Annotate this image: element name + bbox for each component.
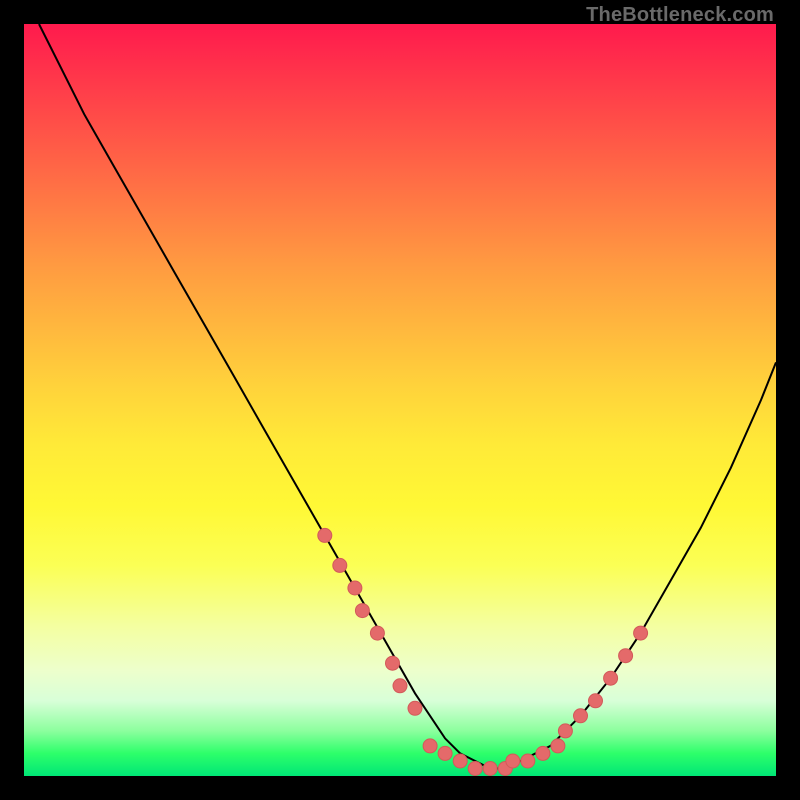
marker-dot	[604, 671, 618, 685]
marker-dot	[589, 694, 603, 708]
chart-overlay	[24, 24, 776, 776]
marker-dot	[393, 679, 407, 693]
chart-frame: TheBottleneck.com	[0, 0, 800, 800]
marker-dot	[438, 746, 452, 760]
marker-dot	[551, 739, 565, 753]
marker-dot	[558, 724, 572, 738]
marker-dot	[619, 649, 633, 663]
marker-dot	[348, 581, 362, 595]
marker-dot	[506, 754, 520, 768]
marker-dot	[318, 528, 332, 542]
marker-dot	[536, 746, 550, 760]
marker-dot	[355, 604, 369, 618]
marker-dot	[468, 762, 482, 776]
marker-dot	[333, 558, 347, 572]
marker-dot	[574, 709, 588, 723]
marker-dot	[634, 626, 648, 640]
bottleneck-curve	[39, 24, 776, 769]
marker-dot	[521, 754, 535, 768]
marker-dot	[370, 626, 384, 640]
marker-dot	[453, 754, 467, 768]
marker-dot	[408, 701, 422, 715]
marker-dot	[386, 656, 400, 670]
marker-group	[318, 528, 648, 775]
marker-dot	[483, 762, 497, 776]
marker-dot	[423, 739, 437, 753]
